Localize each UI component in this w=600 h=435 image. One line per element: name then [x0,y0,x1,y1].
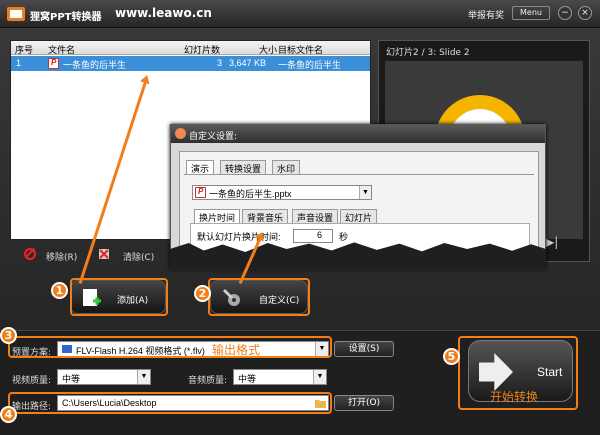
callout-custom [208,278,310,316]
callout-output [8,392,332,414]
row-slides: 3 [217,58,223,68]
report-link[interactable]: 举报有奖 [468,8,504,21]
step-4-badge: 4 [0,406,17,423]
col-size[interactable]: 大小 [259,43,277,56]
audio-quality-value: 中等 [238,374,257,384]
row-filename: 一条鱼的后半生 [63,60,127,70]
step-3-badge: 3 [0,327,17,344]
callout-start [458,336,578,410]
table-header: 序号 文件名 幻灯片数 大小 目标文件名 [11,41,370,55]
ppt-file-icon [48,58,59,69]
tab-slide-timing[interactable]: 换片时间 [194,209,241,223]
clear-button[interactable]: 清除(C) [123,250,154,263]
video-quality-value: 中等 [62,374,81,384]
callout-add [70,278,168,316]
step-1-badge: 1 [51,282,68,299]
next-slide-icon[interactable]: ▶| [545,235,561,255]
tab-convert-settings[interactable]: 转换设置 [220,160,267,174]
title-bar: 狸窝PPT转换器 www.leawo.cn 举报有奖 Menu − × [0,0,600,28]
dialog-title: 自定义设置: [189,132,238,142]
remove-button[interactable]: 移除(R) [46,250,77,263]
remove-icon [24,248,36,260]
col-target[interactable]: 目标文件名 [278,43,323,56]
site-url: www.leawo.cn [115,6,212,20]
ppt-file-icon [195,187,206,198]
step-2-badge: 2 [194,285,211,302]
table-row[interactable]: 1 一条鱼的后半生 3 3,647 KB 一条鱼的后半生 [11,56,370,71]
interval-label: 默认幻灯片换片时间: [197,232,281,242]
chevron-down-icon[interactable]: ▼ [313,370,326,384]
col-filename[interactable]: 文件名 [48,43,75,56]
tab-demo[interactable]: 演示 [186,160,215,174]
col-slides[interactable]: 幻灯片数 [184,43,220,56]
chevron-down-icon[interactable]: ▼ [137,370,150,384]
close-button[interactable]: × [578,6,592,20]
app-name: 狸窝PPT转换器 [30,12,102,23]
row-index: 1 [16,58,22,68]
file-select-value: 一条鱼的后半生.pptx [209,189,292,199]
audio-quality-select[interactable]: 中等 ▼ [233,369,327,385]
callout-preset [8,336,332,358]
menu-button[interactable]: Menu [512,6,550,20]
preview-label: 幻灯片2 / 3: Slide 2 [386,48,470,58]
col-index[interactable]: 序号 [15,43,33,56]
settings-button[interactable]: 设置(S) [334,341,394,357]
open-button[interactable]: 打开(O) [334,395,394,411]
dialog-icon [175,128,186,139]
tab-slides[interactable]: 幻灯片 [340,209,378,223]
audio-quality-label: 音频质量: [188,376,228,386]
dialog-title-bar: 自定义设置: [171,125,545,143]
tab-watermark[interactable]: 水印 [272,160,301,174]
tab-sound-settings[interactable]: 声音设置 [292,209,339,223]
video-quality-select[interactable]: 中等 ▼ [57,369,151,385]
clear-icon [99,249,109,259]
chevron-down-icon[interactable]: ▼ [359,186,371,199]
app-window: 狸窝PPT转换器 www.leawo.cn 举报有奖 Menu − × 序号 文… [0,0,600,435]
file-select[interactable]: 一条鱼的后半生.pptx ▼ [192,185,372,200]
minimize-button[interactable]: − [558,6,572,20]
interval-unit: 秒 [339,232,349,242]
row-target: 一条鱼的后半生 [278,60,342,70]
video-quality-label: 视频质量: [12,376,52,386]
step-5-badge: 5 [443,348,460,365]
tab-bg-music[interactable]: 背景音乐 [242,209,289,223]
row-size: 3,647 KB [229,58,267,68]
interval-input[interactable]: 6 [293,229,333,243]
logo-icon [7,7,25,21]
